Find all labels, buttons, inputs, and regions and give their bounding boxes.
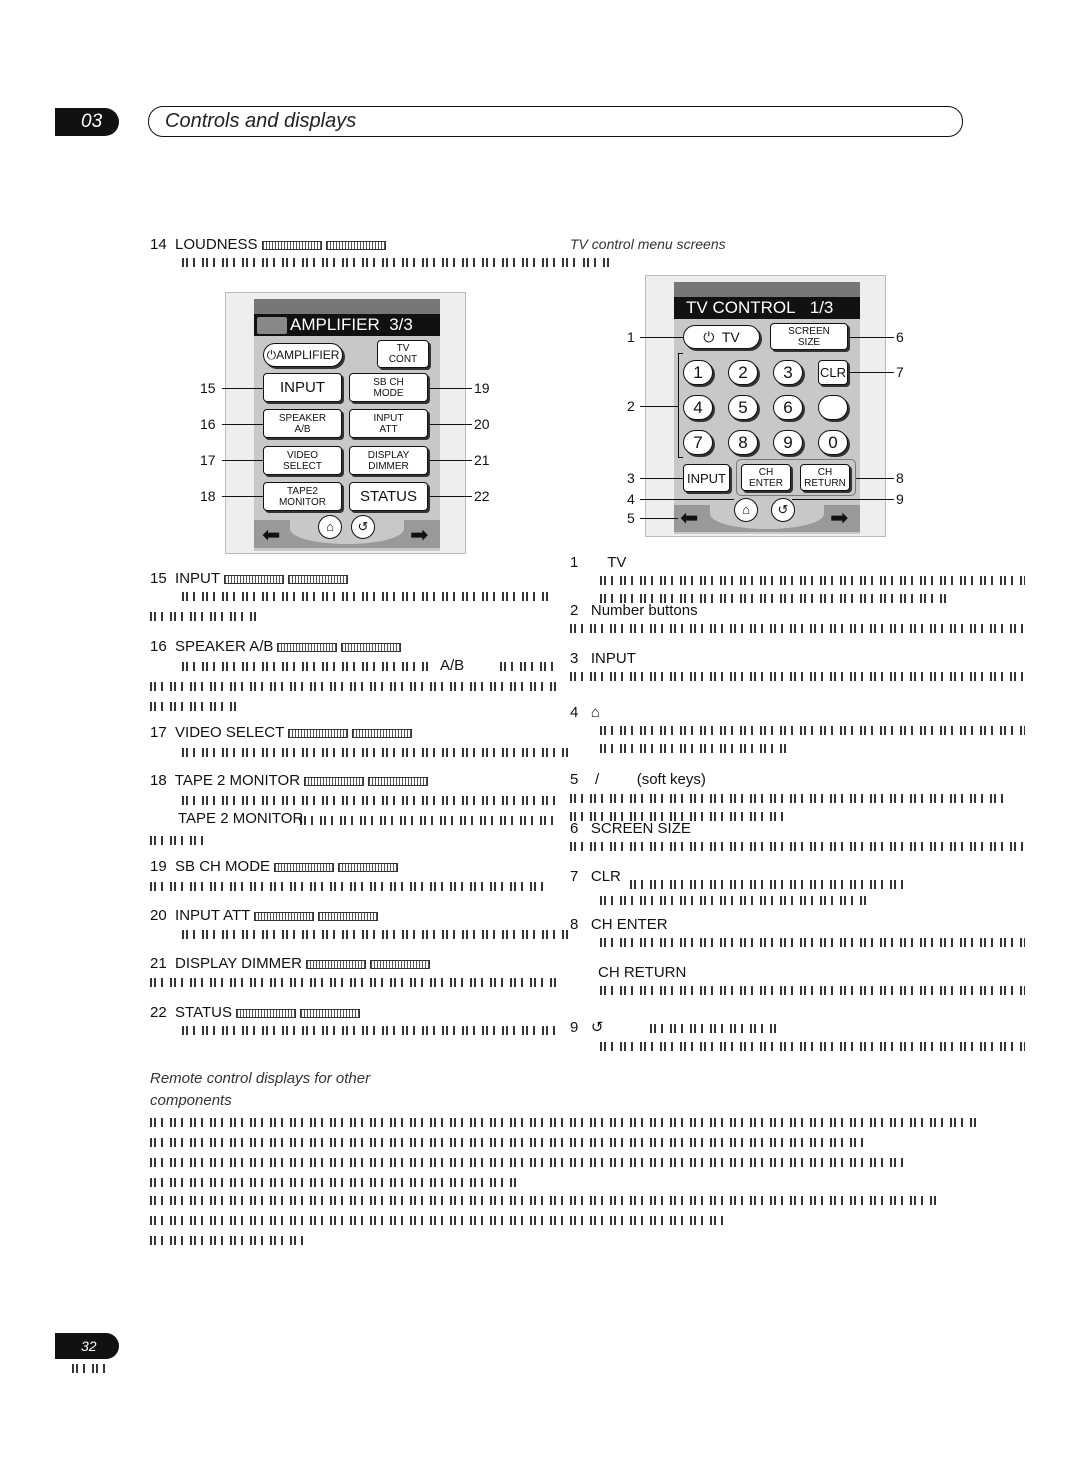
callout: 16 — [200, 416, 216, 432]
callout: 3 — [627, 470, 635, 486]
blank-button[interactable] — [818, 395, 848, 420]
input-att-button[interactable]: INPUT ATT — [349, 409, 428, 438]
tv-item-2: 2 Number buttons — [570, 602, 698, 619]
item-15: 15 INPUT — [150, 570, 349, 587]
number-button-4[interactable]: 4 — [683, 395, 713, 420]
tv-item-8-line2: CH RETURN — [598, 964, 687, 981]
tv-item-4: 4 ⌂ — [570, 704, 600, 721]
tv-cont-button[interactable]: TV CONT — [377, 340, 429, 368]
home-icon[interactable]: ⌂ — [318, 515, 342, 539]
inline-ab: A/B — [440, 657, 465, 674]
callout: 20 — [474, 416, 490, 432]
callout: 9 — [896, 491, 904, 507]
left-arrow-icon[interactable]: ⬅ — [680, 507, 698, 529]
video-select-button[interactable]: VIDEO SELECT — [263, 446, 342, 475]
callout: 19 — [474, 380, 490, 396]
number-button-1[interactable]: 1 — [683, 360, 713, 385]
callout: 4 — [627, 491, 635, 507]
tv-item-5: 5 / (soft keys) — [570, 771, 706, 788]
tv-item-8: 8 CH ENTER — [570, 916, 668, 933]
right-arrow-icon[interactable]: ➡ — [830, 507, 848, 529]
home-icon: ⌂ — [590, 704, 600, 721]
screen-size-button[interactable]: SCREEN SIZE — [770, 323, 848, 350]
status-button[interactable]: STATUS — [349, 482, 428, 511]
sb-ch-mode-button[interactable]: SB CH MODE — [349, 373, 428, 402]
number-button-9[interactable]: 9 — [773, 430, 803, 455]
item-18-line2: TAPE 2 MONITOR — [178, 810, 304, 827]
right-arrow-icon[interactable]: ➡ — [410, 524, 428, 546]
ch-enter-button[interactable]: CH ENTER — [741, 464, 791, 491]
page-title: Controls and displays — [148, 106, 963, 137]
callout: 1 — [627, 329, 635, 345]
left-arrow-icon[interactable]: ⬅ — [262, 524, 280, 546]
section-title: Remote control displays for other — [150, 1070, 371, 1087]
tv-item-7: 7 CLR — [570, 868, 621, 885]
callout: 6 — [896, 329, 904, 345]
ch-return-button[interactable]: CH RETURN — [800, 464, 850, 491]
item-16: 16 SPEAKER A/B — [150, 638, 402, 655]
callout: 8 — [896, 470, 904, 486]
number-button-0[interactable]: 0 — [818, 430, 848, 455]
callout: 17 — [200, 452, 216, 468]
item-17: 17 VIDEO SELECT — [150, 724, 413, 741]
tape2-monitor-button[interactable]: TAPE2 MONITOR — [263, 482, 342, 511]
home-icon[interactable]: ⌂ — [734, 498, 758, 522]
chapter-number: 03 — [55, 108, 119, 136]
amplifier-icon — [257, 317, 287, 334]
amplifier-power-button[interactable]: ⏻AMPLIFIER — [263, 343, 343, 367]
item-20: 20 INPUT ATT — [150, 907, 379, 924]
callout: 15 — [200, 380, 216, 396]
tv-item-1: 1 TV — [570, 554, 627, 571]
return-icon: ↺ — [590, 1019, 604, 1036]
section-title-line2: components — [150, 1092, 232, 1109]
return-icon[interactable]: ↺ — [351, 515, 375, 539]
callout: 22 — [474, 488, 490, 504]
callout: 21 — [474, 452, 490, 468]
number-button-2[interactable]: 2 — [728, 360, 758, 385]
number-button-5[interactable]: 5 — [728, 395, 758, 420]
callout: 5 — [627, 510, 635, 526]
tv-item-9: 9 ↺ — [570, 1019, 604, 1036]
callout: 2 — [627, 398, 635, 414]
tv-section-title: TV control menu screens — [570, 236, 726, 252]
speaker-ab-button[interactable]: SPEAKER A/B — [263, 409, 342, 438]
item-14: 14 LOUDNESS — [150, 236, 386, 253]
callout: 7 — [896, 364, 904, 380]
item-22: 22 STATUS — [150, 1004, 360, 1021]
item-21: 21 DISPLAY DIMMER — [150, 955, 431, 972]
item-18: 18 TAPE 2 MONITOR — [150, 772, 429, 789]
number-button-3[interactable]: 3 — [773, 360, 803, 385]
tv-item-6: 6 SCREEN SIZE — [570, 820, 691, 837]
tv-title: TV CONTROL — [686, 298, 796, 317]
amp-title: AMPLIFIER — [290, 315, 380, 334]
input-button[interactable]: INPUT — [263, 373, 342, 402]
page-number: 32 — [55, 1333, 119, 1359]
callout: 18 — [200, 488, 216, 504]
garbled-text — [182, 258, 582, 267]
number-button-8[interactable]: 8 — [728, 430, 758, 455]
item-19: 19 SB CH MODE — [150, 858, 399, 875]
number-button-6[interactable]: 6 — [773, 395, 803, 420]
display-dimmer-button[interactable]: DISPLAY DIMMER — [349, 446, 428, 475]
return-icon[interactable]: ↺ — [771, 498, 795, 522]
clr-button[interactable]: CLR — [818, 360, 848, 385]
tv-input-button[interactable]: INPUT — [683, 464, 730, 492]
tv-power-button[interactable]: ⏻ TV — [683, 325, 760, 349]
tv-item-3: 3 INPUT — [570, 650, 636, 667]
number-button-7[interactable]: 7 — [683, 430, 713, 455]
